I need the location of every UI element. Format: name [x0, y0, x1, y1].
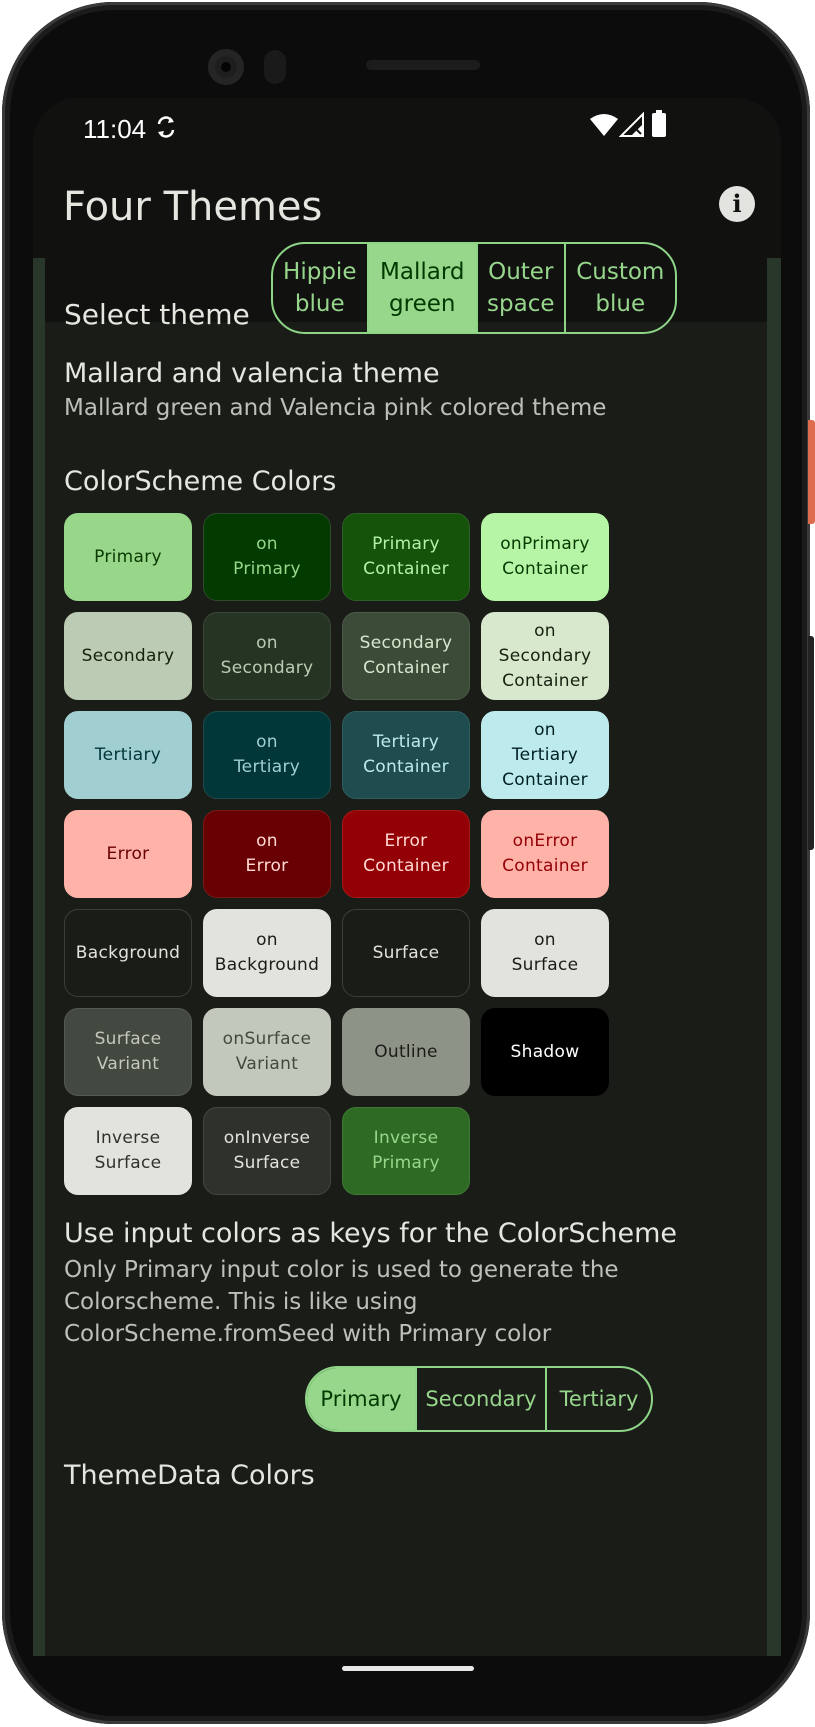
theme-option-hippie-blue[interactable]: Hippie blue — [273, 244, 369, 332]
swatch-onprimary-container[interactable]: onPrimary Container — [481, 513, 609, 601]
input-keys-description: Only Primary input color is used to gene… — [64, 1257, 619, 1347]
home-indicator[interactable] — [342, 1666, 474, 1671]
sync-icon — [155, 112, 177, 146]
input-key-secondary[interactable]: Secondary — [417, 1368, 547, 1430]
swatch-shadow[interactable]: Shadow — [481, 1008, 609, 1096]
swatch-on-surface[interactable]: on Surface — [481, 909, 609, 997]
swatch-on-tertiary[interactable]: on Tertiary — [203, 711, 331, 799]
theme-toggle-buttons: Hippie blue Mallard green Outer space Cu… — [271, 242, 677, 334]
front-camera — [208, 49, 244, 85]
swatch-secondary-container[interactable]: Secondary Container — [342, 612, 470, 700]
swatch-on-primary[interactable]: on Primary — [203, 513, 331, 601]
input-key-tertiary[interactable]: Tertiary — [547, 1368, 651, 1430]
wifi-icon — [589, 112, 619, 142]
scroll-edge-right — [767, 258, 781, 1656]
input-key-primary[interactable]: Primary — [307, 1368, 417, 1430]
status-time: 11:04 — [83, 114, 147, 144]
proximity-sensor — [264, 50, 286, 84]
colorscheme-heading: ColorScheme Colors — [64, 466, 337, 497]
swatch-error[interactable]: Error — [64, 810, 192, 898]
swatch-on-error[interactable]: on Error — [203, 810, 331, 898]
input-keys-title: Use input colors as keys for the ColorSc… — [64, 1218, 678, 1249]
volume-button — [808, 636, 814, 850]
swatch-tertiary[interactable]: Tertiary — [64, 711, 192, 799]
earpiece-speaker — [366, 60, 480, 70]
swatch-secondary[interactable]: Secondary — [64, 612, 192, 700]
power-button — [808, 420, 815, 524]
info-icon[interactable]: i — [719, 186, 755, 222]
swatch-inverse-surface[interactable]: Inverse Surface — [64, 1107, 192, 1195]
swatch-on-background[interactable]: on Background — [203, 909, 331, 997]
swatch-surface-variant[interactable]: Surface Variant — [64, 1008, 192, 1096]
theme-option-outer-space[interactable]: Outer space — [478, 244, 566, 332]
swatch-tertiary-container[interactable]: Tertiary Container — [342, 711, 470, 799]
theme-description: Mallard green and Valencia pink colored … — [64, 395, 607, 421]
swatch-error-container[interactable]: Error Container — [342, 810, 470, 898]
swatch-primary-container[interactable]: Primary Container — [342, 513, 470, 601]
app-title: Four Themes — [63, 184, 323, 230]
swatch-surface[interactable]: Surface — [342, 909, 470, 997]
swatch-inverse-primary[interactable]: Inverse Primary — [342, 1107, 470, 1195]
select-theme-label: Select theme — [64, 298, 250, 331]
theme-title: Mallard and valencia theme — [64, 358, 440, 389]
status-bar: 11:04 — [33, 98, 781, 162]
input-keys-toggle-buttons: Primary Secondary Tertiary — [305, 1366, 653, 1432]
battery-icon — [651, 110, 667, 142]
scroll-edge-left — [33, 258, 45, 1656]
swatch-outline[interactable]: Outline — [342, 1008, 470, 1096]
swatch-on-tertiary-container[interactable]: on Tertiary Container — [481, 711, 609, 799]
phone-frame: 11:04 Four Themes i Select theme Hippie … — [2, 2, 810, 1724]
swatch-background[interactable]: Background — [64, 909, 192, 997]
swatch-onerror-container[interactable]: onError Container — [481, 810, 609, 898]
swatch-oninverse-surface[interactable]: onInverse Surface — [203, 1107, 331, 1195]
swatch-on-secondary-container[interactable]: on Secondary Container — [481, 612, 609, 700]
swatch-onsurface-variant[interactable]: onSurface Variant — [203, 1008, 331, 1096]
swatch-on-secondary[interactable]: on Secondary — [203, 612, 331, 700]
theme-option-mallard-green[interactable]: Mallard green — [368, 244, 478, 332]
swatch-primary[interactable]: Primary — [64, 513, 192, 601]
theme-option-custom-blue[interactable]: Custom blue — [566, 244, 675, 332]
cell-signal-icon — [618, 111, 645, 142]
screen: 11:04 Four Themes i Select theme Hippie … — [33, 98, 781, 1656]
themedata-heading: ThemeData Colors — [64, 1460, 315, 1491]
